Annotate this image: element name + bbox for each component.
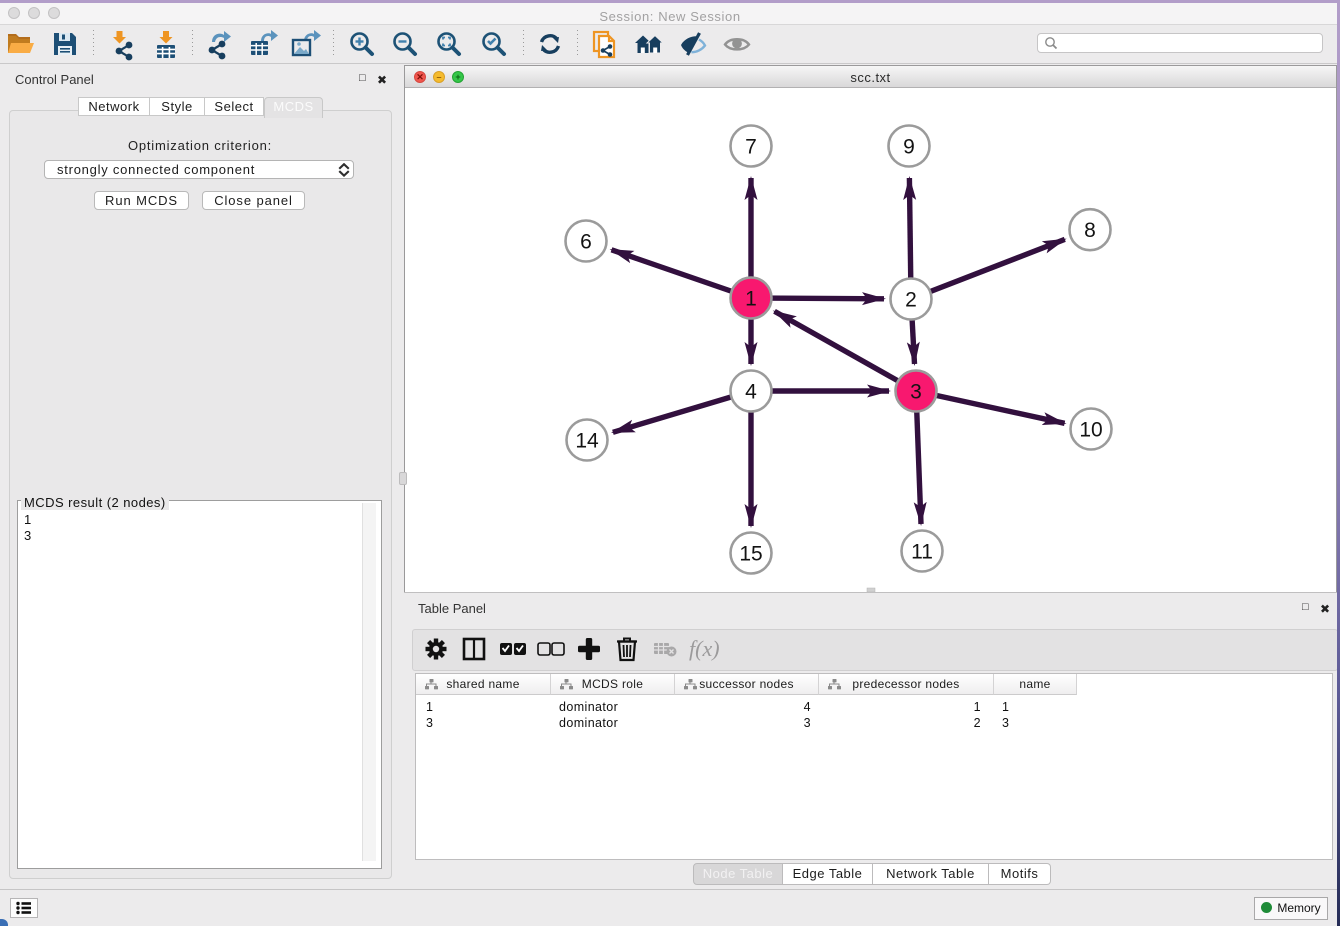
svg-text:6: 6 bbox=[580, 231, 592, 254]
svg-text:11: 11 bbox=[911, 541, 933, 564]
svg-text:f(x): f(x) bbox=[689, 636, 720, 661]
svg-text:8: 8 bbox=[1084, 219, 1096, 242]
svg-text:15: 15 bbox=[739, 543, 762, 566]
svg-text:1: 1 bbox=[745, 288, 757, 311]
svg-text:10: 10 bbox=[1079, 419, 1102, 442]
svg-text:4: 4 bbox=[745, 381, 757, 404]
svg-text:7: 7 bbox=[745, 136, 757, 159]
svg-text:3: 3 bbox=[910, 381, 922, 404]
svg-text:14: 14 bbox=[575, 430, 599, 453]
svg-text:9: 9 bbox=[903, 136, 915, 159]
svg-text:2: 2 bbox=[905, 289, 917, 312]
